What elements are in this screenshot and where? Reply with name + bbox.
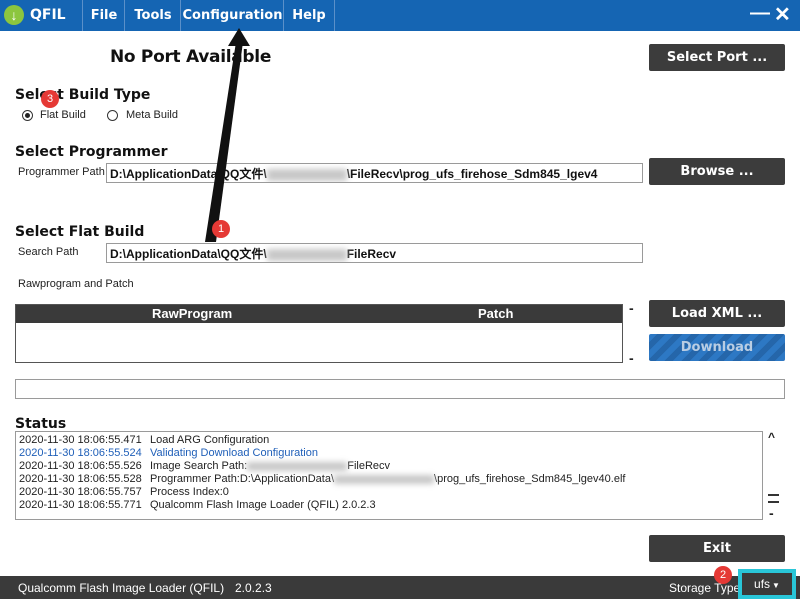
annotation-badge-3: 3	[41, 90, 59, 108]
annotation-badge-2: 2	[714, 566, 732, 584]
annotation-badge-1: 1	[212, 220, 230, 238]
annotation-arrow	[205, 28, 250, 242]
